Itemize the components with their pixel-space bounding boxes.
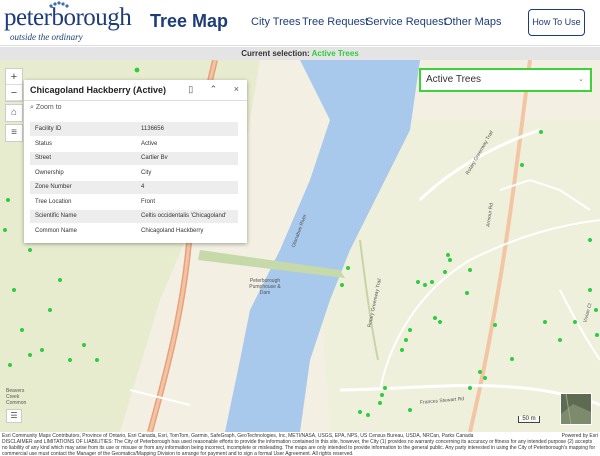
chevron-down-icon: ⌄ [578, 76, 584, 83]
popup-title: Chicagoland Hackberry (Active) [30, 85, 167, 95]
attr-key: Scientific Name [30, 209, 136, 224]
table-row: Tree Location Front [30, 194, 238, 210]
attr-value: Active [136, 136, 238, 152]
current-selection-label: Current selection: [241, 49, 310, 58]
scale-bar: 50 m [518, 416, 540, 423]
footer: Esri Community Maps Contributors, Provin… [0, 432, 600, 456]
attr-value: Front [136, 194, 238, 210]
attr-value: 1136656 [136, 122, 238, 137]
table-row: Ownership City [30, 165, 238, 181]
popup-divider [24, 100, 247, 101]
table-row: Common Name Chicagoland Hackberry [30, 223, 238, 239]
basemap-toggle[interactable] [560, 393, 592, 425]
peterborough-logo[interactable]: peterborough outside the ordinary [4, 1, 138, 42]
nav-service-request[interactable]: Service Request [366, 16, 447, 28]
map-label-beavers: Beavers Creek Common [6, 388, 27, 406]
attr-value: 4 [136, 180, 238, 195]
powered-by-esri-link[interactable]: Powered by Esri [562, 433, 598, 439]
nav-city-trees[interactable]: City Trees [251, 16, 301, 28]
magnifier-icon: ⌕ [30, 104, 34, 111]
zoom-to-label: Zoom to [35, 104, 62, 111]
map-menu-button[interactable]: ☰ [6, 409, 22, 423]
dock-icon[interactable]: ▯ [188, 84, 193, 94]
table-row: Facility ID 1136656 [30, 122, 238, 137]
app-header: peterborough outside the ordinary Tree M… [0, 0, 600, 46]
attr-key: Common Name [30, 223, 136, 239]
home-button[interactable]: ⌂ [5, 104, 23, 122]
table-row: Zone Number 4 [30, 180, 238, 195]
zoom-in-button[interactable]: + [6, 69, 22, 85]
table-row: Status Active [30, 136, 238, 152]
collapse-icon[interactable]: ⌃ [210, 84, 218, 94]
current-selection-value: Active Trees [311, 49, 359, 58]
nav-other-maps[interactable]: Other Maps [444, 16, 501, 28]
imagery-thumbnail-icon [561, 394, 591, 424]
map-view[interactable]: Otonabee River Peterborough Pumphouse & … [0, 60, 600, 432]
attr-key: Status [30, 136, 136, 152]
zoom-controls: + − [5, 68, 23, 102]
attr-key: Tree Location [30, 194, 136, 210]
app-title: Tree Map [150, 11, 229, 31]
nav-tree-request[interactable]: Tree Request [302, 16, 368, 28]
close-icon[interactable]: × [234, 84, 239, 94]
attr-value: City [136, 165, 238, 181]
table-row: Street Cartier Bv [30, 151, 238, 166]
logo-wordmark: peterborough [4, 4, 132, 31]
disclaimer-text: DISCLAIMER and LIMITATIONS OF LIABILITIE… [2, 439, 596, 456]
attr-key: Zone Number [30, 180, 136, 195]
feature-popup: Chicagoland Hackberry (Active) ▯ ⌃ × ⌕ Z… [24, 80, 247, 243]
attr-key: Street [30, 151, 136, 166]
how-to-use-button[interactable]: How To Use [528, 9, 585, 36]
layers-button[interactable]: ≡ [5, 124, 23, 142]
layer-select-value: Active Trees [426, 74, 482, 85]
popup-actions: ▯ ⌃ × [174, 84, 239, 95]
zoom-out-button[interactable]: − [6, 85, 22, 101]
map-label-pumphouse: Peterborough Pumphouse & Dam [249, 278, 281, 296]
table-row: Scientific Name Celtis occidentalis 'Chic… [30, 209, 238, 224]
current-selection-bar: Current selection: Active Trees [0, 47, 600, 60]
attr-value: Celtis occidentalis 'Chicagoland' [136, 209, 238, 224]
attr-key: Facility ID [30, 122, 136, 137]
attr-key: Ownership [30, 165, 136, 181]
attr-value: Cartier Bv [136, 151, 238, 166]
attr-value: Chicagoland Hackberry [136, 223, 238, 239]
attribute-table: Facility ID 1136656 Status Active Street Ca… [30, 122, 238, 239]
layer-select-dropdown[interactable]: Active Trees ⌄ [419, 68, 592, 92]
zoom-to-action[interactable]: ⌕ Zoom to [30, 104, 62, 112]
logo-tagline: outside the ordinary [10, 32, 83, 42]
